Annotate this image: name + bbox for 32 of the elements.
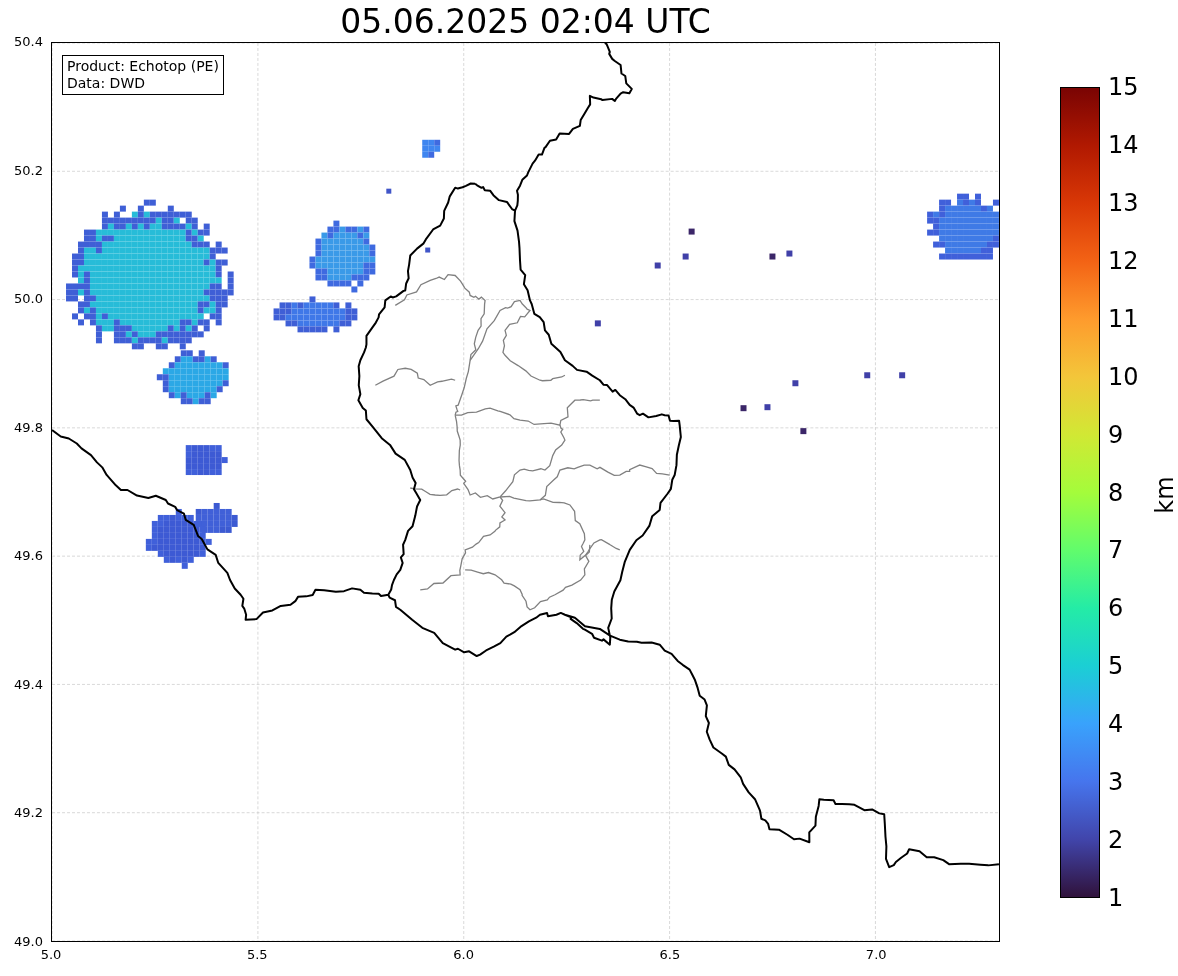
x-tick-label: 5.0 [40, 948, 62, 962]
colorbar-tick-label: 7 [1108, 537, 1124, 564]
colorbar-tick-label: 4 [1108, 711, 1124, 738]
y-tick-label: 49.6 [14, 549, 43, 564]
y-tick-label: 50.4 [14, 35, 43, 49]
x-tick-label: 5.5 [246, 948, 268, 962]
colorbar-tick-label: 13 [1108, 189, 1139, 216]
y-tick-label: 49.2 [14, 806, 43, 821]
y-tick-label: 50.2 [14, 163, 43, 178]
colorbar-tick-label: 12 [1108, 247, 1139, 274]
colorbar-tick-label: 6 [1108, 595, 1124, 622]
x-tick-label: 6.0 [453, 948, 474, 962]
y-tick-label: 50.0 [14, 292, 43, 307]
colorbar-tick-label: 1 [1108, 885, 1124, 911]
colorbar-tick-label: 10 [1108, 363, 1139, 390]
colorbar-tick-label: 14 [1108, 131, 1139, 158]
colorbar-label: km [1151, 476, 1178, 514]
y-tick-label: 49.0 [14, 935, 43, 949]
chart-title: 05.06.2025 02:04 UTC [340, 2, 711, 42]
y-tick-label: 49.4 [14, 677, 43, 692]
y-tick-label: 49.8 [14, 420, 43, 435]
legend-text: Data: DWD [67, 75, 146, 92]
legend-text: Product: Echotop (PE) [67, 58, 219, 75]
colorbar-tick-label: 8 [1108, 479, 1124, 506]
colorbar-tick-label: 15 [1108, 74, 1139, 100]
colorbar-tick-label: 9 [1108, 421, 1124, 448]
colorbar-tick-label: 5 [1108, 653, 1124, 680]
colorbar-tick-label: 3 [1108, 769, 1124, 796]
x-tick-label: 6.5 [659, 948, 681, 962]
x-tick-label: 7.0 [865, 948, 887, 962]
colorbar-tick-label: 11 [1108, 305, 1139, 332]
colorbar-tick-label: 2 [1108, 827, 1124, 854]
